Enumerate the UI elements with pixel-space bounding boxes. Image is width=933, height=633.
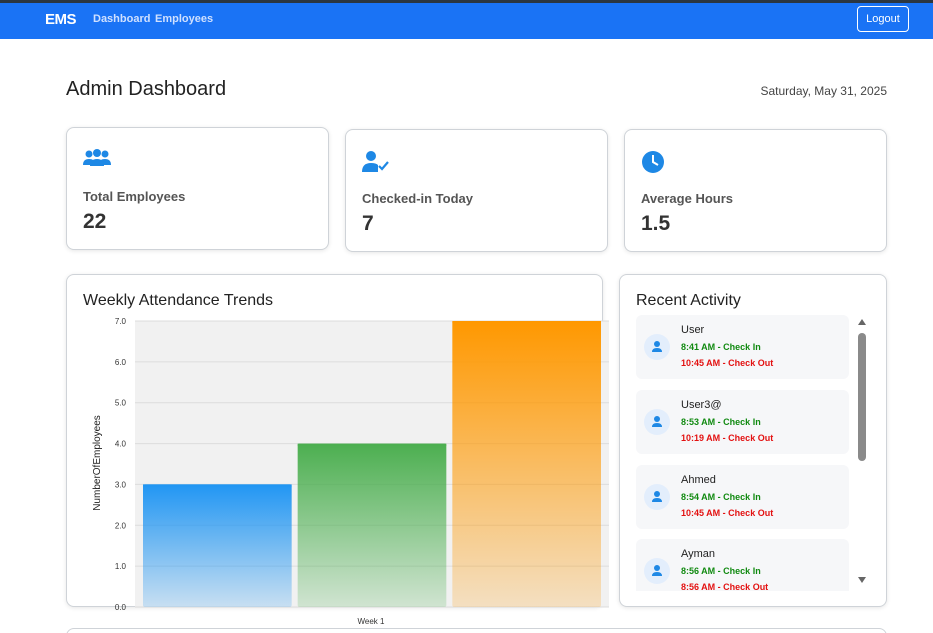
- y-tick-label: 7.0: [115, 317, 127, 326]
- y-tick-label: 6.0: [115, 358, 127, 367]
- activity-check-out: 10:45 AM - Check Out: [681, 358, 774, 368]
- bar-2: [297, 443, 447, 607]
- user-icon: [652, 565, 662, 576]
- activity-check-in: 8:41 AM - Check In: [681, 342, 761, 352]
- next-panel: [66, 628, 887, 633]
- activity-user-name: Ahmed: [681, 474, 716, 486]
- activity-check-in: 8:56 AM - Check In: [681, 566, 761, 576]
- activity-item: User 8:41 AM - Check In 10:45 AM - Check…: [636, 315, 849, 379]
- activity-list[interactable]: User 8:41 AM - Check In 10:45 AM - Check…: [636, 315, 850, 591]
- avatar: [644, 558, 670, 584]
- y-tick-label: 3.0: [115, 480, 127, 489]
- activity-item: Ahmed 8:54 AM - Check In 10:45 AM - Chec…: [636, 465, 849, 529]
- avatar: [644, 334, 670, 360]
- y-tick-label: 1.0: [115, 562, 127, 571]
- activity-check-in: 8:54 AM - Check In: [681, 492, 761, 502]
- activity-check-out: 8:56 AM - Check Out: [681, 582, 769, 591]
- activity-item: User3@ 8:53 AM - Check In 10:19 AM - Che…: [636, 390, 849, 454]
- user-icon: [652, 491, 662, 502]
- activity-scrollbar[interactable]: [856, 319, 868, 589]
- bar-3: [452, 321, 601, 607]
- scroll-thumb[interactable]: [858, 333, 866, 461]
- activity-item: Ayman 8:56 AM - Check In 8:56 AM - Check…: [636, 539, 849, 591]
- bar-1: [143, 484, 292, 607]
- y-axis-title: NumberOfEmployees: [92, 415, 103, 511]
- avatar: [644, 409, 670, 435]
- activity-check-out: 10:45 AM - Check Out: [681, 508, 774, 518]
- activity-user-name: Ayman: [681, 548, 716, 560]
- activity-check-in: 8:53 AM - Check In: [681, 417, 761, 427]
- activity-title: Recent Activity: [636, 292, 741, 309]
- scroll-down-arrow-icon[interactable]: [858, 577, 866, 583]
- user-icon: [652, 416, 662, 427]
- y-tick-label: 2.0: [115, 521, 127, 530]
- avatar: [644, 484, 670, 510]
- y-tick-label: 5.0: [115, 399, 127, 408]
- activity-check-out: 10:19 AM - Check Out: [681, 433, 774, 443]
- activity-user-name: User: [681, 324, 705, 336]
- y-tick-label: 4.0: [115, 440, 127, 449]
- activity-user-name: User3@: [681, 399, 722, 411]
- user-icon: [652, 341, 662, 352]
- scroll-up-arrow-icon[interactable]: [858, 319, 866, 325]
- activity-panel: Recent Activity User 8:41 AM - Check In …: [619, 274, 887, 607]
- y-tick-label: 0.0: [115, 603, 127, 612]
- x-tick-label: Week 1: [358, 617, 386, 626]
